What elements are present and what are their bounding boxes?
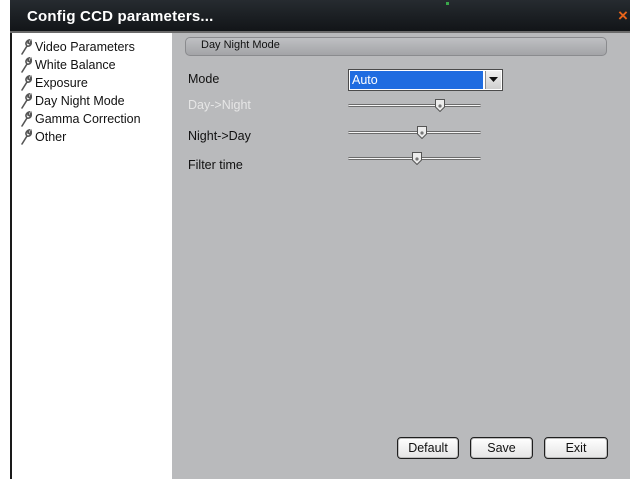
sidebar-item-label: Exposure: [35, 76, 88, 90]
chevron-down-icon[interactable]: [485, 71, 501, 89]
title-bar: Config CCD parameters... ×: [10, 0, 630, 33]
default-button[interactable]: Default: [397, 437, 459, 459]
sidebar-item-exposure[interactable]: Exposure: [12, 74, 172, 92]
slider-track: [348, 131, 481, 134]
wrench-icon: [21, 39, 32, 55]
sidebar-item-label: Gamma Correction: [35, 112, 141, 126]
night-day-slider[interactable]: [348, 126, 481, 140]
day-night-label: Day->Night: [188, 98, 251, 112]
decorative-mark: [446, 2, 449, 5]
sidebar: Video Parameters White Balance Exposure …: [10, 33, 174, 479]
day-night-slider[interactable]: [348, 99, 481, 113]
sidebar-item-label: Day Night Mode: [35, 94, 125, 108]
wrench-icon: [21, 75, 32, 91]
slider-thumb[interactable]: [412, 152, 423, 165]
wrench-icon: [21, 111, 32, 127]
mode-label: Mode: [188, 72, 220, 86]
section-title: Day Night Mode: [201, 39, 280, 51]
sidebar-item-label: Video Parameters: [35, 40, 135, 54]
settings-panel: Day Night Mode Mode Auto Day->Night Nigh…: [172, 33, 630, 479]
sidebar-item-day-night-mode[interactable]: Day Night Mode: [12, 92, 172, 110]
sidebar-item-label: Other: [35, 130, 67, 144]
night-day-label: Night->Day: [188, 129, 251, 143]
section-header: Day Night Mode: [185, 37, 607, 56]
exit-button[interactable]: Exit: [544, 437, 608, 459]
slider-thumb[interactable]: [417, 126, 428, 139]
sidebar-item-other[interactable]: Other: [12, 128, 172, 146]
mode-select-value: Auto: [350, 71, 483, 89]
wrench-icon: [21, 129, 32, 145]
filter-time-slider[interactable]: [348, 152, 481, 166]
sidebar-item-white-balance[interactable]: White Balance: [12, 56, 172, 74]
mode-select[interactable]: Auto: [348, 69, 503, 91]
sidebar-item-video-parameters[interactable]: Video Parameters: [12, 38, 172, 56]
sidebar-item-gamma-correction[interactable]: Gamma Correction: [12, 110, 172, 128]
wrench-icon: [21, 57, 32, 73]
filter-time-label: Filter time: [188, 158, 243, 172]
save-button[interactable]: Save: [470, 437, 533, 459]
close-icon[interactable]: ×: [618, 5, 630, 27]
window-title: Config CCD parameters...: [27, 8, 214, 25]
slider-thumb[interactable]: [434, 99, 445, 112]
sidebar-item-label: White Balance: [35, 58, 116, 72]
wrench-icon: [21, 93, 32, 109]
slider-track: [348, 104, 481, 107]
